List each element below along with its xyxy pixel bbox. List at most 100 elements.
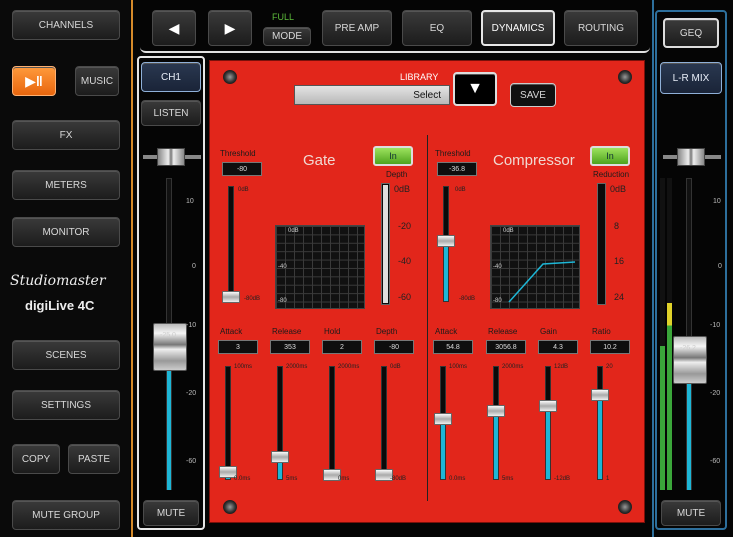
fx-button[interactable]: FX xyxy=(12,120,120,150)
compressor-knob-bottom: 0.0ms xyxy=(449,476,466,482)
bus-fader-cap[interactable] xyxy=(673,336,707,385)
bus-meter-left xyxy=(660,178,665,490)
chevron-down-icon: ▼ xyxy=(467,80,483,97)
gate-knob-value[interactable]: 353 xyxy=(270,340,310,354)
compressor-knob-track[interactable] xyxy=(591,366,609,480)
compressor-knob-value[interactable]: 54.8 xyxy=(433,340,473,354)
compressor-knob-label: Gain xyxy=(540,327,557,336)
channel-scale-tick: 0 xyxy=(192,263,196,270)
compressor-knob-value[interactable]: 3056.8 xyxy=(486,340,526,354)
brand-logo: Studiomaster xyxy=(10,273,106,289)
music-button[interactable]: MUSIC xyxy=(75,66,119,96)
orange-divider xyxy=(131,0,133,537)
compressor-knob-bottom: -12dB xyxy=(554,476,571,482)
gate-knob-top: 0dB xyxy=(390,364,401,370)
comp-title: Compressor xyxy=(493,152,575,169)
gate-knob-value[interactable]: 3 xyxy=(218,340,258,354)
compressor-knob-value[interactable]: 10.2 xyxy=(590,340,630,354)
gate-knob-value[interactable]: 2 xyxy=(322,340,362,354)
gate-knob-track[interactable] xyxy=(271,366,289,480)
compressor-knob-top: 100ms xyxy=(449,364,468,370)
gate-knob-top: 2000ms xyxy=(286,364,308,370)
compressor-knob-track[interactable] xyxy=(487,366,505,480)
slider-thumb[interactable] xyxy=(434,412,452,425)
gate-graph-mid: -40 xyxy=(278,264,287,270)
top-frame xyxy=(140,3,650,53)
gate-knob-track[interactable] xyxy=(375,366,393,481)
channel-fader-cap[interactable] xyxy=(153,323,187,372)
comp-threshold-top: 0dB xyxy=(455,187,466,193)
compressor-knob-track[interactable] xyxy=(434,366,452,480)
library-select[interactable]: Select xyxy=(294,85,450,105)
comp-threshold-value[interactable]: -36.8 xyxy=(437,162,477,176)
slider-thumb[interactable] xyxy=(271,450,289,463)
slider-thumb[interactable] xyxy=(591,389,609,402)
comp-threshold-track[interactable] xyxy=(437,186,455,302)
gate-depth-scale: -60 xyxy=(398,292,412,302)
slider-thumb[interactable] xyxy=(437,234,455,247)
gate-depth-scale: -20 xyxy=(398,221,412,231)
slider-fill xyxy=(441,418,445,479)
library-save-button[interactable]: SAVE xyxy=(510,83,556,107)
monitor-button[interactable]: MONITOR xyxy=(12,217,120,247)
geq-button[interactable]: GEQ xyxy=(663,18,719,48)
copy-button[interactable]: COPY xyxy=(12,444,60,474)
bus-scale-tick: 0 xyxy=(718,263,722,270)
gate-knob-label: Release xyxy=(272,327,302,336)
channel-select-button[interactable]: CH1 xyxy=(141,62,201,92)
pan-knob[interactable] xyxy=(157,148,185,166)
slider-thumb[interactable] xyxy=(222,291,240,303)
channel-scale-tick: -60 xyxy=(186,458,197,465)
gate-threshold-label: Threshold xyxy=(220,149,256,158)
comp-reduction-meter xyxy=(597,183,606,305)
bus-pan-knob[interactable] xyxy=(677,148,705,166)
slider-fill xyxy=(598,395,602,479)
bus-mute-button[interactable]: MUTE xyxy=(661,500,721,526)
gate-threshold-value[interactable]: -80 xyxy=(222,162,262,176)
comp-transfer-graph: 0dB -40 -80 xyxy=(490,225,580,309)
channels-button[interactable]: CHANNELS xyxy=(12,10,120,40)
channel-mute-button[interactable]: MUTE xyxy=(143,500,199,526)
gate-title: Gate xyxy=(303,152,336,169)
gate-knob-value[interactable]: -80 xyxy=(374,340,414,354)
gate-knob-top: 100ms xyxy=(234,364,253,370)
compressor-knob-bottom: 1 xyxy=(606,476,610,482)
bus-scale-tick: -20 xyxy=(710,390,721,397)
mute-group-button[interactable]: MUTE GROUP xyxy=(12,500,120,530)
scenes-button[interactable]: SCENES xyxy=(12,340,120,370)
compressor-knob-label: Release xyxy=(488,327,518,336)
panel-screw xyxy=(618,500,632,514)
comp-threshold-bottom: -80dB xyxy=(459,296,476,302)
slider-thumb[interactable] xyxy=(487,404,505,417)
panel-screw xyxy=(223,70,237,84)
paste-button[interactable]: PASTE xyxy=(68,444,120,474)
gate-knob-track[interactable] xyxy=(219,366,237,480)
comp-reduction-label: Reduction xyxy=(593,170,630,179)
play-pause-button[interactable]: ▶‖ xyxy=(12,66,56,96)
compressor-knob-value[interactable]: 4.3 xyxy=(538,340,578,354)
settings-button[interactable]: SETTINGS xyxy=(12,390,120,420)
channel-scale-tick: -20 xyxy=(186,390,197,397)
meters-button[interactable]: METERS xyxy=(12,170,120,200)
bus-select-button[interactable]: L-R MIX xyxy=(660,62,722,94)
bus-scale-tick: -60 xyxy=(710,458,721,465)
compressor-knob-label: Attack xyxy=(435,327,458,336)
gate-knob-track[interactable] xyxy=(323,366,341,481)
comp-in-button[interactable]: In xyxy=(590,146,630,166)
comp-reduction-scale: 16 xyxy=(614,256,625,266)
comp-threshold-label: Threshold xyxy=(435,149,471,158)
slider-thumb[interactable] xyxy=(539,399,557,412)
bus-meter-right-fill xyxy=(667,302,672,490)
compressor-knob-track[interactable] xyxy=(539,366,557,480)
bus-fader-fill xyxy=(687,384,691,490)
blue-divider xyxy=(652,0,654,537)
gate-knob-bottom: 5ms xyxy=(286,476,298,482)
gate-threshold-bottom: -80dB xyxy=(244,296,261,302)
gate-depth-meter xyxy=(381,183,390,305)
panel-screw xyxy=(223,500,237,514)
listen-button[interactable]: LISTEN xyxy=(141,100,201,126)
library-dropdown-button[interactable]: ▼ xyxy=(453,72,497,106)
gate-threshold-track[interactable] xyxy=(222,186,240,303)
gate-in-button[interactable]: In xyxy=(373,146,413,166)
gate-knob-bottom: 0ms xyxy=(338,476,350,482)
